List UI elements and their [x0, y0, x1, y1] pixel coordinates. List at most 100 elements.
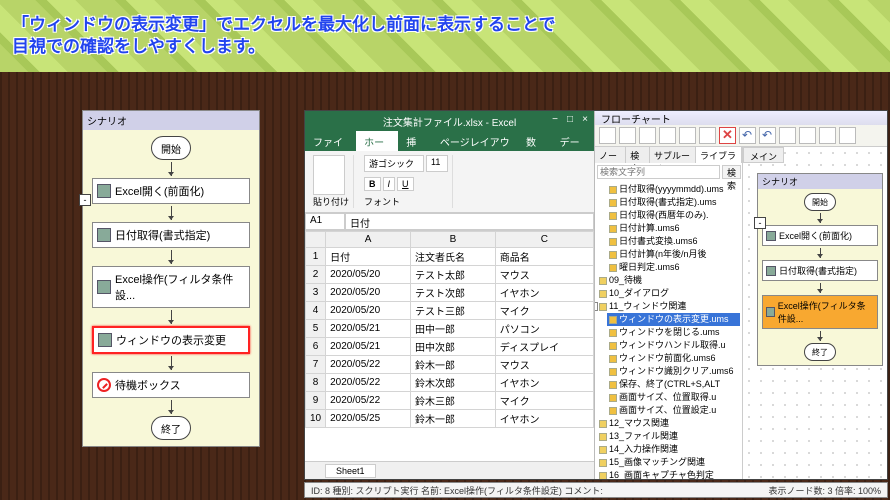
cell[interactable]: 2020/05/22 — [326, 356, 411, 374]
tab-insert[interactable]: 挿入 — [398, 131, 432, 151]
delete-button[interactable] — [719, 127, 736, 144]
library-tree[interactable]: 日付取得(yyyymmdd).ums日付取得(書式指定).ums日付取得(西暦年… — [595, 181, 742, 479]
toolbar-btn[interactable] — [619, 127, 636, 144]
toolbar-btn[interactable] — [699, 127, 716, 144]
tree-item[interactable]: 日付書式変換.ums6 — [607, 235, 740, 248]
toolbar-btn[interactable] — [819, 127, 836, 144]
cell[interactable]: マウス — [495, 356, 593, 374]
tree-item[interactable]: 12_マウス関連 — [597, 417, 740, 430]
col-header-c[interactable]: C — [495, 232, 593, 248]
bold-button[interactable]: B — [364, 177, 381, 191]
cell[interactable]: イヤホン — [495, 410, 593, 428]
tree-item[interactable]: 13_ファイル関連 — [597, 430, 740, 443]
col-header-a[interactable]: A — [326, 232, 411, 248]
tree-item[interactable]: 画面サイズ、位置取得.u — [607, 391, 740, 404]
cell[interactable]: 2020/05/22 — [326, 392, 411, 410]
cell[interactable]: ディスプレイ — [495, 338, 593, 356]
cell[interactable]: 2020/05/21 — [326, 320, 411, 338]
tree-item[interactable]: ウィンドウの表示変更.ums — [607, 313, 740, 326]
cell[interactable]: 2020/05/21 — [326, 338, 411, 356]
canvas-node[interactable]: Excel開く(前面化) — [762, 225, 878, 246]
toolbar-btn[interactable] — [779, 127, 796, 144]
toolbar-btn[interactable] — [639, 127, 656, 144]
canvas-node[interactable]: 日付取得(書式指定) — [762, 260, 878, 281]
toolbar-btn[interactable] — [839, 127, 856, 144]
tree-item[interactable]: 09_待機 — [597, 274, 740, 287]
wf-node-window-change[interactable]: ウィンドウの表示変更 — [92, 326, 250, 354]
formula-bar[interactable]: 日付 — [345, 213, 594, 230]
toolbar-btn[interactable] — [659, 127, 676, 144]
search-input[interactable] — [597, 165, 720, 179]
tree-item[interactable]: ウィンドウハンドル取得.u — [607, 339, 740, 352]
cell[interactable]: イヤホン — [495, 374, 593, 392]
cell[interactable]: 田中一郎 — [411, 320, 496, 338]
tree-item[interactable]: 10_ダイアログ — [597, 287, 740, 300]
tree-item[interactable]: 日付取得(yyyymmdd).ums — [607, 183, 740, 196]
wf-node-excel-open[interactable]: Excel開く(前面化) — [92, 178, 250, 204]
cell[interactable]: 鈴木次郎 — [411, 374, 496, 392]
lib-tab-sub[interactable]: サブルーチ — [650, 147, 696, 163]
tree-item[interactable]: 14_入力操作関連 — [597, 443, 740, 456]
cell[interactable]: パソコン — [495, 320, 593, 338]
tab-file[interactable]: ファイル — [305, 131, 356, 151]
cell[interactable]: 鈴木一郎 — [411, 410, 496, 428]
col-header-b[interactable]: B — [411, 232, 496, 248]
tree-item[interactable]: 日付計算(n年後/n月後 — [607, 248, 740, 261]
canvas-node-selected[interactable]: Excel操作(フィルタ条件設... — [762, 295, 878, 329]
toolbar-btn[interactable] — [799, 127, 816, 144]
wf-node-excel-filter[interactable]: Excel操作(フィルタ条件設... — [92, 266, 250, 308]
lib-tab-library[interactable]: ライブラリ — [696, 147, 742, 163]
cell[interactable]: 2020/05/22 — [326, 374, 411, 392]
cell[interactable]: マイク — [495, 392, 593, 410]
tree-item[interactable]: 日付計算.ums6 — [607, 222, 740, 235]
tree-item[interactable]: ウィンドウ前面化.ums6 — [607, 352, 740, 365]
name-box[interactable]: A1 — [305, 213, 345, 230]
font-size-select[interactable]: 11 — [426, 155, 448, 172]
canvas-tab-main[interactable]: メイン — [743, 147, 784, 163]
wf-node-wait-box[interactable]: 待機ボックス — [92, 372, 250, 398]
sheet-tab[interactable]: Sheet1 — [325, 464, 376, 478]
toolbar-btn[interactable] — [679, 127, 696, 144]
collapse-toggle[interactable]: - — [79, 194, 91, 206]
italic-button[interactable]: I — [383, 177, 396, 191]
tree-item[interactable]: 16_画面キャプチャ色判定 — [597, 469, 740, 479]
tree-item[interactable]: 日付取得(西暦年のみ). — [607, 209, 740, 222]
cell[interactable]: 鈴木三郎 — [411, 392, 496, 410]
paste-button[interactable] — [313, 155, 345, 195]
maximize-button[interactable]: □ — [563, 113, 577, 127]
tree-item[interactable]: 15_画像マッチング関連 — [597, 456, 740, 469]
tab-formulas[interactable]: 数式 — [518, 131, 552, 151]
cell[interactable]: テスト太郎 — [411, 266, 496, 284]
lib-tab-search[interactable]: 検索 — [626, 147, 650, 163]
cell[interactable]: 田中次郎 — [411, 338, 496, 356]
wf-node-date-get[interactable]: 日付取得(書式指定) — [92, 222, 250, 248]
cell[interactable]: 2020/05/20 — [326, 302, 411, 320]
tree-item[interactable]: 保存、終了(CTRL+S,ALT — [607, 378, 740, 391]
tree-item[interactable]: ウィンドウを閉じる.ums — [607, 326, 740, 339]
cell[interactable]: 2020/05/20 — [326, 266, 411, 284]
tree-item[interactable]: 11_ウィンドウ関連- — [597, 300, 740, 313]
tree-item[interactable]: 日付取得(書式指定).ums — [607, 196, 740, 209]
collapse-toggle[interactable]: - — [754, 217, 766, 229]
tree-item[interactable]: ウィンドウ識別クリア.ums6 — [607, 365, 740, 378]
minimize-button[interactable]: − — [548, 113, 562, 127]
underline-button[interactable]: U — [397, 177, 414, 191]
lib-tab-node[interactable]: ノード — [595, 147, 626, 163]
undo-button[interactable] — [739, 127, 756, 144]
tree-item[interactable]: 曜日判定.ums6 — [607, 261, 740, 274]
cell[interactable]: 2020/05/20 — [326, 284, 411, 302]
close-button[interactable]: × — [578, 113, 592, 127]
worksheet[interactable]: ABC 1日付注文者氏名商品名 22020/05/20テスト太郎マウス32020… — [305, 231, 594, 461]
cell[interactable]: 鈴木一郎 — [411, 356, 496, 374]
toolbar-btn[interactable] — [599, 127, 616, 144]
cell[interactable]: テスト次郎 — [411, 284, 496, 302]
tree-item[interactable]: 画面サイズ、位置設定.u — [607, 404, 740, 417]
cell[interactable]: イヤホン — [495, 284, 593, 302]
search-button[interactable]: 検索 — [722, 165, 741, 179]
cell[interactable]: マウス — [495, 266, 593, 284]
flowchart-canvas[interactable]: メイン シナリオ - 開始 Excel開く(前面化) 日付取得(書式指定) Ex… — [743, 147, 887, 479]
font-name-select[interactable]: 游ゴシック — [364, 155, 424, 172]
cell[interactable]: マイク — [495, 302, 593, 320]
tab-page-layout[interactable]: ページレイアウト — [432, 131, 518, 151]
tab-data[interactable]: データ — [552, 131, 594, 151]
